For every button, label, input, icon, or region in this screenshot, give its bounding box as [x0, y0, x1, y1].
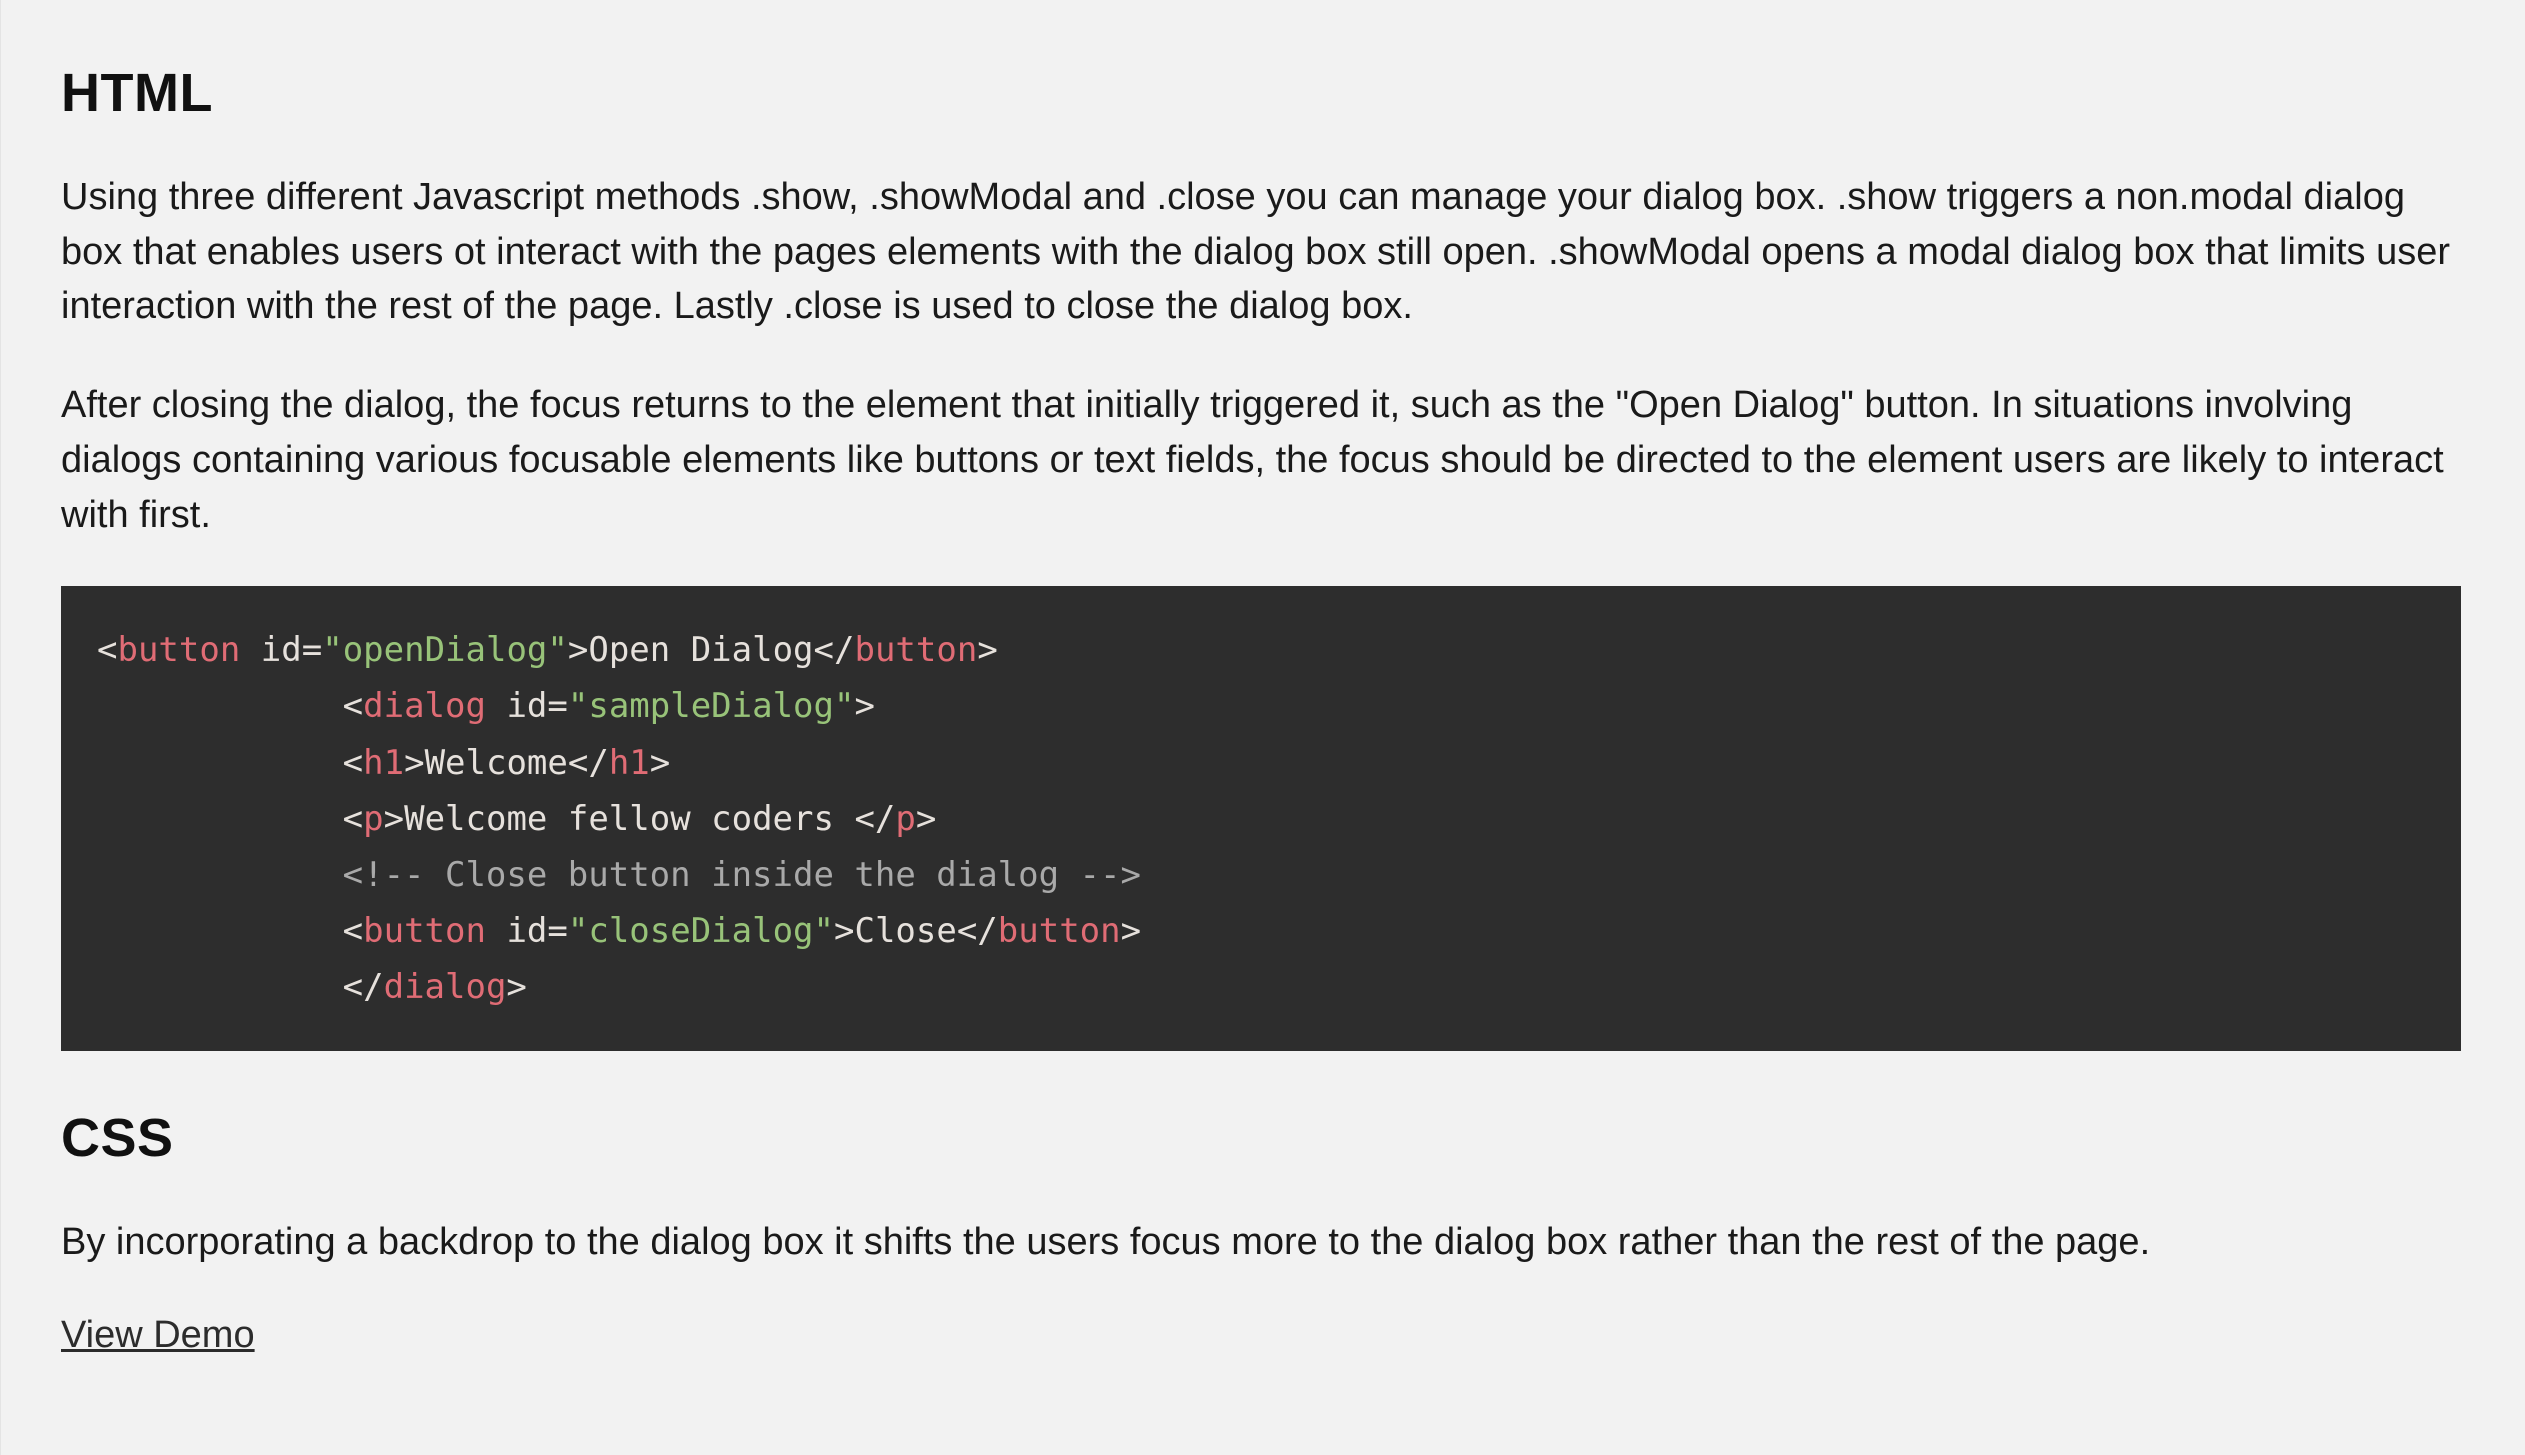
code-token: h1: [609, 743, 650, 783]
code-token: "sampleDialog": [568, 686, 855, 726]
code-token: button: [117, 630, 240, 670]
code-token: button: [854, 630, 977, 670]
code-token: Welcome fellow coders: [404, 799, 854, 839]
paragraph: After closing the dialog, the focus retu…: [61, 378, 2461, 542]
code-token: id: [261, 630, 302, 670]
code-token: p: [895, 799, 915, 839]
code-token: "openDialog": [322, 630, 568, 670]
code-token: id: [506, 911, 547, 951]
section-heading-css: CSS: [61, 1107, 2461, 1169]
code-token: Close: [854, 911, 956, 951]
code-token: id: [506, 686, 547, 726]
code-block-html: <button id="openDialog">Open Dialog</but…: [61, 586, 2461, 1051]
paragraph: By incorporating a backdrop to the dialo…: [61, 1215, 2461, 1270]
document-page: HTML Using three different Javascript me…: [0, 0, 2525, 1455]
code-token: button: [363, 911, 486, 951]
code-token: Welcome: [425, 743, 568, 783]
view-demo-link[interactable]: View Demo: [61, 1314, 255, 1356]
code-token: p: [363, 799, 383, 839]
code-token: "closeDialog": [568, 911, 834, 951]
code-comment: <!-- Close button inside the dialog -->: [343, 855, 1141, 895]
code-token: Open Dialog: [588, 630, 813, 670]
code-token: h1: [363, 743, 404, 783]
code-token: dialog: [384, 967, 507, 1007]
paragraph: Using three different Javascript methods…: [61, 170, 2461, 334]
code-token: button: [998, 911, 1121, 951]
code-token: dialog: [363, 686, 486, 726]
section-heading-html: HTML: [61, 62, 2461, 124]
document-content: HTML Using three different Javascript me…: [1, 0, 2521, 1417]
